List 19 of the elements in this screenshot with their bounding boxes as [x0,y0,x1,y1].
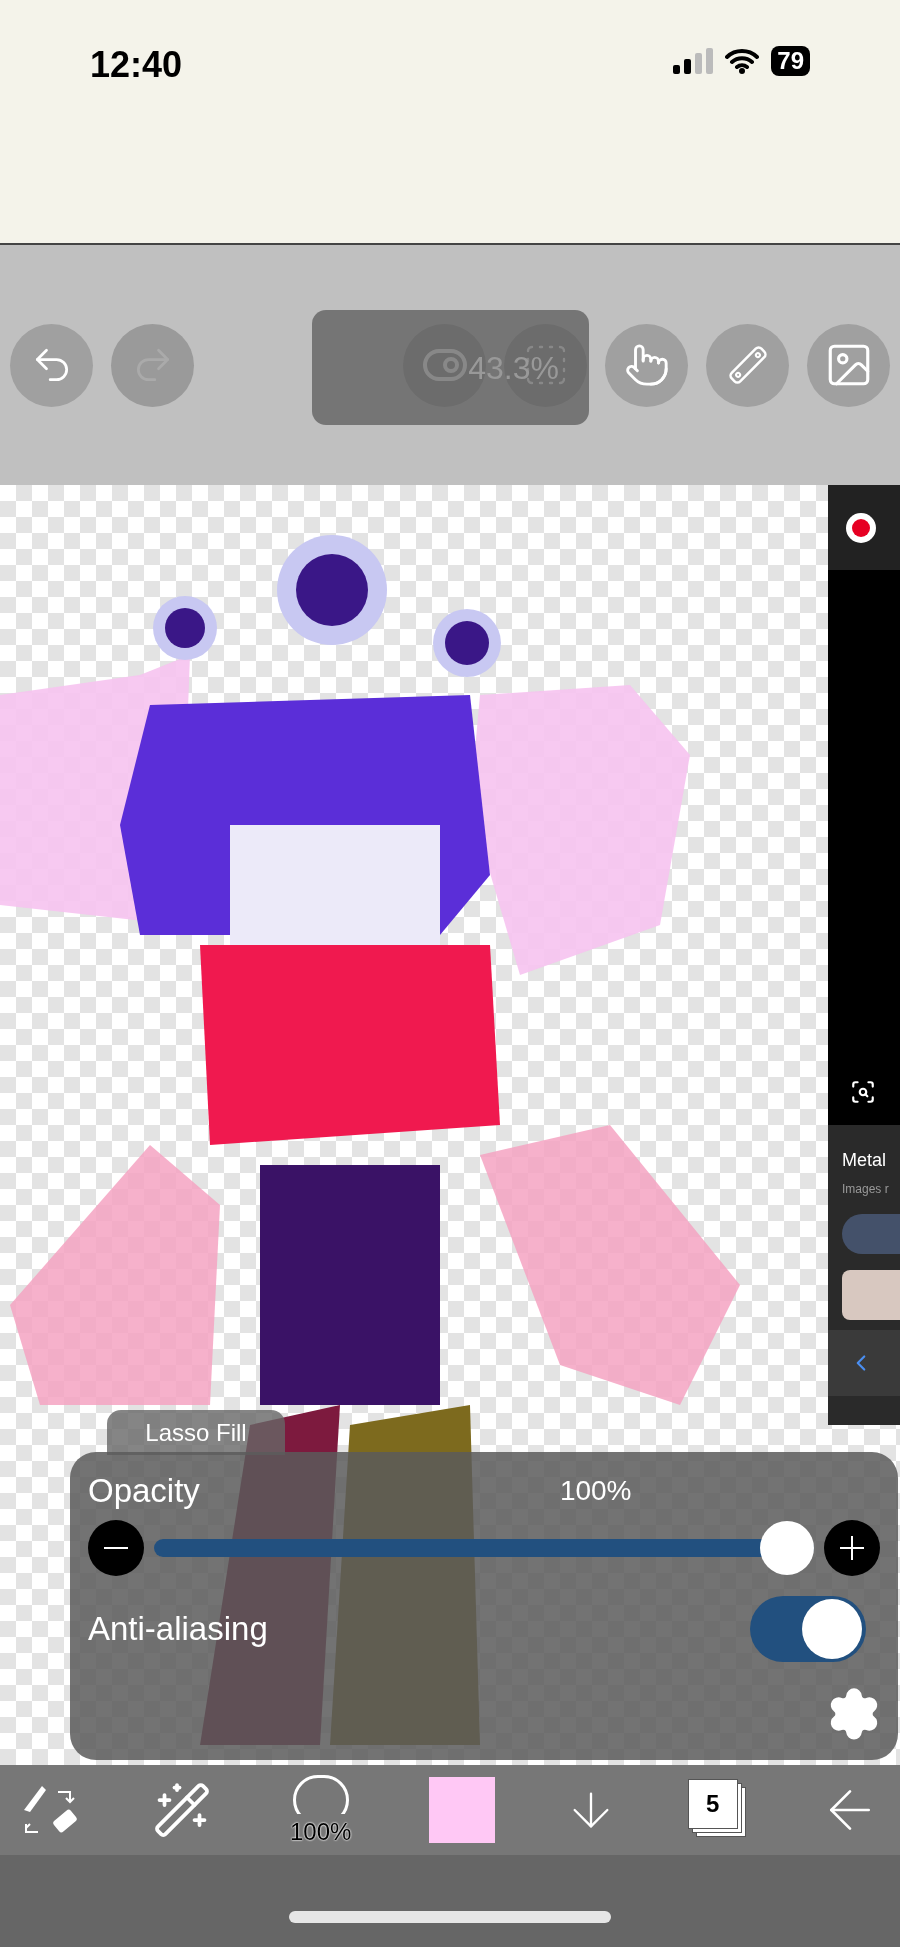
opacity-label: Opacity [88,1471,200,1511]
anti-aliasing-switch[interactable] [750,1595,866,1662]
clock-time: 12:40 [90,43,183,87]
battery-indicator: 79 [771,46,810,76]
panel-subtitle: Images r [842,1181,890,1198]
plus-icon [840,1535,864,1560]
opacity-slider[interactable] [154,1519,814,1576]
signal-icon [673,48,714,74]
photo-placeholder [842,1270,900,1320]
panel-title: Metal [842,1149,887,1172]
hand-icon [623,342,670,388]
minus-icon [104,1546,128,1549]
color-swatch[interactable] [429,1777,495,1843]
anti-aliasing-label: Anti-aliasing [88,1608,268,1649]
lens-icon [850,1079,876,1105]
opacity-reading: 100% [559,1473,632,1508]
panel-tab[interactable]: Lasso Fill [107,1410,285,1455]
slider-thumb[interactable] [760,1520,814,1575]
wifi-icon [725,48,760,74]
